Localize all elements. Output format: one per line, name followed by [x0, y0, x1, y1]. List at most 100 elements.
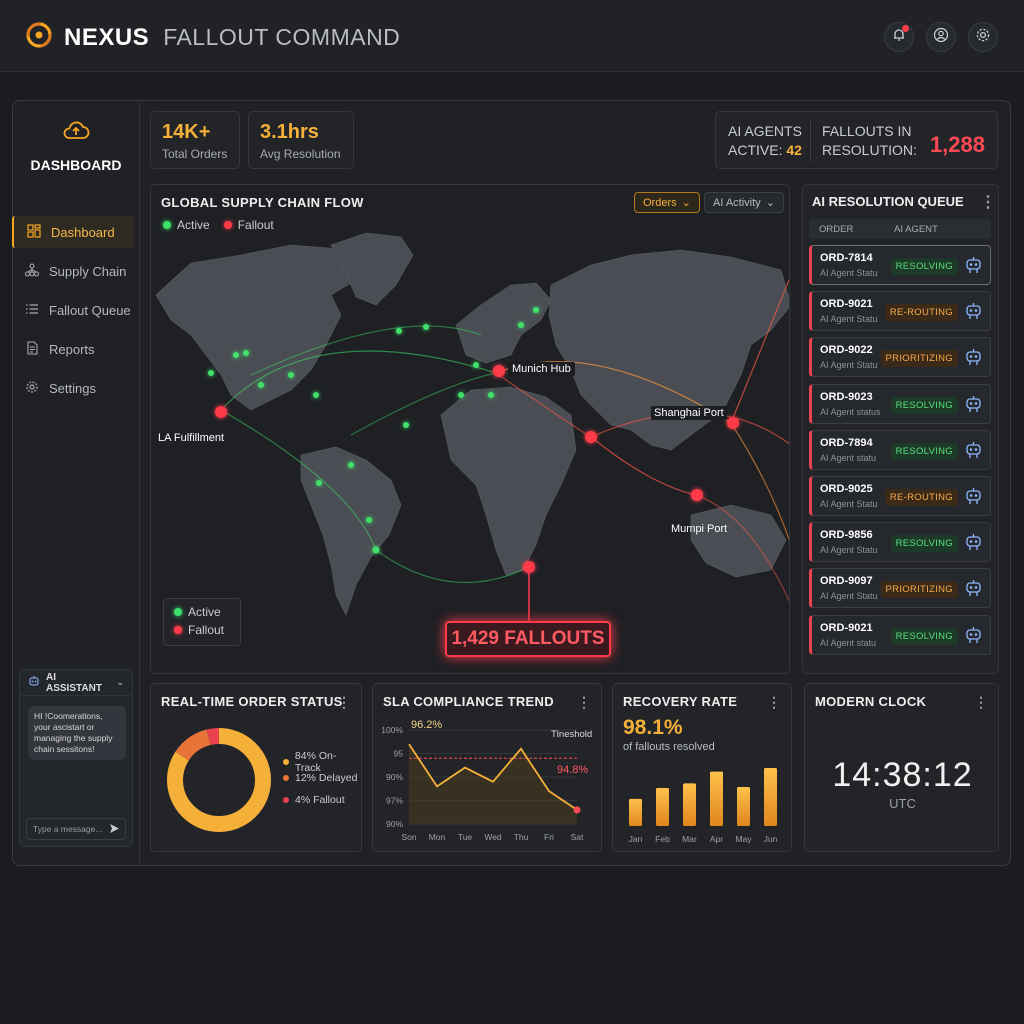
- recovery-bar-jan: [629, 798, 642, 826]
- fallouts-banner[interactable]: 1,429 FALLOUTS: [445, 621, 611, 657]
- kebab-icon[interactable]: ⋮: [337, 694, 351, 711]
- kebab-icon[interactable]: ⋮: [577, 694, 591, 711]
- status-badge: RESOLVING: [890, 258, 958, 275]
- order-id: ORD-9021: [820, 298, 873, 311]
- cloud-upload-icon: [61, 121, 91, 146]
- sla-title: SLA COMPLIANCE TREND: [383, 694, 554, 709]
- profile-button[interactable]: [926, 22, 956, 52]
- status-badge: PRIORITIZING: [880, 350, 958, 368]
- sidebar-item-supply-chain[interactable]: Supply Chain: [12, 255, 134, 287]
- notification-button[interactable]: [884, 22, 914, 52]
- south-america-shape: [300, 446, 402, 616]
- sidebar-nav: Dashboard Supply Chain Fallout Queue Rep…: [12, 216, 140, 411]
- chevron-down-icon: ⌄: [765, 197, 775, 209]
- active-dot: [163, 221, 171, 229]
- agent-status-text: AI Agent Statu: [820, 314, 878, 325]
- sidebar-item-label: Supply Chain: [49, 263, 127, 279]
- fallouts-stat: FALLOUTS IN RESOLUTION:: [822, 122, 917, 160]
- queue-item[interactable]: ORD-7814 AI Agent Statu RESOLVING: [809, 245, 991, 285]
- agents-fallouts-card: AI AGENTS ACTIVE: 42 FALLOUTS IN RESOLUT…: [715, 111, 998, 169]
- gear-icon: [25, 380, 39, 397]
- asia-shape: [548, 249, 789, 451]
- agent-status-text: AI Agent status: [820, 406, 881, 417]
- order-id: ORD-9022: [820, 344, 873, 357]
- legend-dot: [283, 797, 289, 803]
- x-tick-label: Jan: [629, 834, 643, 844]
- europe-shape: [455, 282, 552, 364]
- clock-card: MODERN CLOCK ⋮ 14:38:12 UTC: [804, 683, 999, 852]
- y-tick-label: 97%: [386, 796, 403, 806]
- sidebar-item-settings[interactable]: Settings: [12, 372, 134, 404]
- legend-fallout: 4% Fallout: [283, 794, 345, 806]
- agent-status-text: AI Agent Statu: [820, 499, 878, 509]
- queue-item[interactable]: ORD-9025 AI Agent Statu RE-ROUTING: [809, 476, 991, 516]
- legend-label: 84% On-Track: [294, 750, 337, 774]
- queue-item[interactable]: ORD-9021 AI Agent statu RESOLVING: [809, 614, 991, 655]
- legend-fallout: Fallout: [237, 218, 274, 232]
- legend-label: 4% Fallout: [295, 794, 345, 806]
- robot-icon: [965, 579, 982, 602]
- x-tick-label: Fri: [544, 832, 554, 842]
- grid-icon: [27, 223, 41, 241]
- robot-icon: [965, 348, 982, 371]
- fallouts-label: FALLOUTS IN: [822, 123, 912, 139]
- message-input[interactable]: Type a message...: [26, 818, 126, 840]
- agent-status-text: AI Agent Statu: [820, 591, 878, 602]
- robot-icon: [28, 675, 40, 690]
- ai-activity-filter-dropdown[interactable]: AI Activity ⌄: [704, 192, 784, 213]
- robot-icon: [965, 302, 982, 325]
- sidebar-item-label: Reports: [49, 341, 95, 357]
- robot-icon: [965, 487, 982, 510]
- sidebar-item-dashboard[interactable]: Dashboard: [12, 216, 134, 248]
- orders-filter-dropdown[interactable]: Orders ⌄: [634, 192, 700, 213]
- fallouts-label-2: RESOLUTION:: [822, 142, 917, 158]
- brand-name: NEXUS: [64, 23, 150, 51]
- col-order: ORDER: [819, 224, 854, 235]
- list-icon: [25, 302, 39, 319]
- recovery-rate-card: RECOVERY RATE ⋮ 98.1% of fallouts resolv…: [612, 683, 792, 852]
- settings-button[interactable]: [968, 22, 998, 52]
- kebab-icon[interactable]: ⋮: [767, 694, 781, 711]
- queue-item[interactable]: ORD-9021 AI Agent Statu RE-ROUTING: [809, 291, 991, 332]
- orders-filter-label: Orders: [643, 196, 677, 209]
- queue-header-row: ORDER AI AGENT: [809, 219, 991, 239]
- ai-assistant-title: AI ASSISTANT: [46, 671, 102, 694]
- x-tick-label: May: [735, 834, 752, 844]
- map-legend-box: Active Fallout: [163, 598, 241, 646]
- agent-status-text: AI Agent statu: [820, 637, 877, 648]
- notification-dot: [902, 25, 909, 32]
- recovery-bar-jun: [764, 768, 777, 826]
- queue-item[interactable]: ORD-9856 AI Agent Statu RESOLVING: [809, 522, 991, 563]
- queue-item[interactable]: ORD-7894 AI Agent statu RESOLVING: [809, 429, 991, 470]
- chevron-down-icon: ⌄: [116, 677, 124, 687]
- x-tick-label: Jun: [764, 834, 778, 844]
- x-tick-label: Thu: [514, 832, 529, 842]
- queue-item[interactable]: ORD-9022 AI Agent Statu PRIORITIZING: [809, 337, 991, 378]
- ai-agents-label-2: ACTIVE:: [728, 142, 783, 158]
- queue-item[interactable]: ORD-9023 AI Agent status RESOLVING: [809, 383, 991, 424]
- kebab-icon[interactable]: ⋮: [980, 192, 996, 212]
- queue-title: AI RESOLUTION QUEUE: [812, 194, 964, 209]
- send-icon[interactable]: [109, 823, 120, 836]
- sidebar-item-fallout-queue[interactable]: Fallout Queue: [12, 294, 134, 326]
- sidebar-title: DASHBOARD: [30, 157, 122, 173]
- ai-agents-label: AI AGENTS: [728, 123, 802, 139]
- chevron-down-icon: ⌄: [681, 197, 691, 209]
- map-label-munich: Munich Hub: [508, 362, 575, 376]
- x-tick-label: Tue: [458, 832, 473, 842]
- recovery-title: RECOVERY RATE: [623, 694, 738, 709]
- sla-threshold-label: Tlneshold: [551, 729, 593, 740]
- sla-trend-card: SLA COMPLIANCE TREND ⋮ 100% 95 90% 97% 90% So…: [372, 683, 602, 852]
- ai-assistant-header[interactable]: AI ASSISTANT ⌄: [20, 670, 132, 696]
- map-label-mumbai: Mumpi Port: [671, 523, 728, 535]
- clock-title: MODERN CLOCK: [815, 694, 927, 709]
- avg-resolution-label: Avg Resolution: [260, 147, 341, 161]
- legend-fallout: Fallout: [188, 623, 225, 637]
- avg-resolution-value: 3.1hrs: [260, 121, 319, 143]
- sidebar-item-reports[interactable]: Reports: [12, 333, 134, 365]
- legend-on-track: 84% On-Track: [283, 750, 361, 774]
- kebab-icon[interactable]: ⋮: [974, 694, 988, 711]
- queue-item[interactable]: ORD-9097 AI Agent Statu PRIORITIZING: [809, 568, 991, 609]
- agent-status-text: AI Agent Statu: [820, 268, 878, 278]
- total-orders-card: 14K+ Total Orders: [150, 111, 240, 169]
